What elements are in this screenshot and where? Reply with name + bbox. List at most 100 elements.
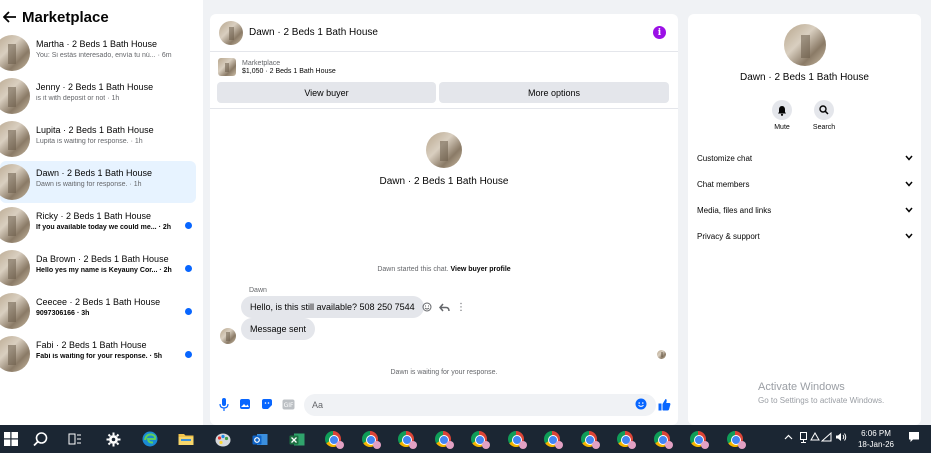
photo-icon[interactable]	[238, 397, 252, 411]
notifications-icon[interactable]	[908, 431, 920, 445]
conversation-item[interactable]: Lupita · 2 Beds 1 Bath House Lupita is w…	[0, 118, 196, 160]
avatar	[426, 132, 462, 168]
avatar[interactable]	[219, 20, 243, 45]
chrome-icon[interactable]	[688, 429, 709, 449]
conversation-time: · 1h	[129, 181, 142, 188]
like-icon[interactable]	[657, 397, 671, 411]
chat-members-row[interactable]: Chat members	[697, 177, 913, 191]
conversation-item[interactable]: Jenny · 2 Beds 1 Bath House is it with d…	[0, 75, 196, 117]
windows-taskbar: 6:06 PM 18-Jan-26	[0, 425, 931, 453]
microphone-icon[interactable]	[217, 397, 231, 411]
device-icon[interactable]	[799, 432, 808, 445]
chrome-icon[interactable]	[396, 429, 417, 449]
conversation-item-active[interactable]: Dawn · 2 Beds 1 Bath House Dawn is waiti…	[0, 161, 196, 203]
windows-start-icon[interactable]	[1, 429, 21, 449]
conversation-item[interactable]: Ricky · 2 Beds 1 Bath House If you avail…	[0, 204, 196, 246]
bell-icon[interactable]	[772, 100, 792, 120]
conversation-preview: Dawn is waiting for response.	[36, 181, 128, 188]
file-explorer-icon[interactable]	[176, 429, 196, 449]
conversation-item[interactable]: Da Brown · 2 Beds 1 Bath House Hello yes…	[0, 247, 196, 289]
privacy-support-row[interactable]: Privacy & support	[697, 229, 913, 243]
settings-gear-icon[interactable]	[103, 429, 123, 449]
system-clock[interactable]: 6:06 PM 18-Jan-26	[850, 428, 902, 450]
conversation-time: · 2h	[158, 224, 172, 231]
chevron-up-icon[interactable]	[784, 432, 793, 442]
emoji-icon[interactable]	[634, 397, 648, 411]
excel-icon[interactable]	[287, 429, 307, 449]
media-files-row[interactable]: Media, files and links	[697, 203, 913, 217]
avatar	[0, 293, 30, 329]
avatar	[0, 121, 30, 157]
edge-browser-icon[interactable]	[140, 429, 160, 449]
chevron-down-icon	[905, 180, 913, 189]
chat-header: Dawn · 2 Beds 1 Bath House i	[210, 14, 678, 52]
react-icon[interactable]	[421, 301, 433, 313]
view-buyer-button[interactable]: View buyer	[217, 82, 436, 103]
search-icon[interactable]	[30, 429, 50, 449]
conversation-preview: You: Si estás interesado, envía tu nú...	[36, 52, 156, 59]
avatar	[0, 164, 30, 200]
gif-icon[interactable]: GIF	[281, 397, 295, 411]
task-view-icon[interactable]	[65, 429, 85, 449]
row-label: Customize chat	[697, 153, 753, 163]
sender-name: Dawn	[249, 287, 267, 294]
more-icon[interactable]: ⋮	[455, 301, 467, 313]
reply-icon[interactable]	[438, 301, 450, 313]
info-icon[interactable]: i	[653, 26, 666, 39]
avatar	[220, 328, 236, 344]
search-icon[interactable]	[814, 100, 834, 120]
chrome-icon[interactable]	[360, 429, 381, 449]
row-label: Chat members	[697, 179, 750, 189]
conversation-name: Lupita · 2 Beds 1 Bath House	[36, 125, 154, 135]
chat-title[interactable]: Dawn · 2 Beds 1 Bath House	[249, 27, 378, 38]
listing-summary[interactable]: Marketplace $1,050 · 2 Beds 1 Bath House	[210, 52, 678, 82]
chat-hero: Dawn · 2 Beds 1 Bath House	[210, 132, 678, 187]
conversation-time: · 2h	[159, 267, 172, 274]
outlook-icon[interactable]	[250, 429, 270, 449]
clock-time: 6:06 PM	[861, 429, 891, 438]
customize-chat-row[interactable]: Customize chat	[697, 151, 913, 165]
mute-action[interactable]: Mute	[762, 100, 802, 131]
chrome-icon[interactable]	[323, 429, 344, 449]
conversation-item[interactable]: Fabi · 2 Beds 1 Bath House Fabi is waiti…	[0, 333, 196, 375]
listing-thumbnail	[218, 58, 236, 76]
search-action[interactable]: Search	[804, 100, 844, 131]
conversation-time: · 3h	[76, 310, 90, 317]
volume-icon[interactable]	[835, 432, 847, 444]
message-actions: ⋮	[421, 301, 467, 313]
wifi-icon[interactable]	[820, 431, 832, 444]
avatar	[0, 250, 30, 286]
chrome-icon[interactable]	[433, 429, 454, 449]
view-buyer-profile-link[interactable]: View buyer profile	[450, 266, 510, 273]
onedrive-icon[interactable]	[810, 431, 820, 443]
paint-icon[interactable]	[213, 429, 233, 449]
conversation-item[interactable]: Ceecee · 2 Beds 1 Bath House 9097306166 ·…	[0, 290, 196, 332]
conversation-item[interactable]: Martha · 2 Beds 1 Bath House You: Si est…	[0, 32, 196, 74]
chrome-icon[interactable]	[725, 429, 746, 449]
back-arrow-icon[interactable]	[2, 9, 18, 25]
sticker-icon[interactable]	[260, 397, 274, 411]
conversation-preview: 9097306166	[36, 310, 75, 317]
avatar	[0, 207, 30, 243]
avatar	[0, 336, 30, 372]
chrome-icon[interactable]	[579, 429, 600, 449]
conversation-name: Da Brown · 2 Beds 1 Bath House	[36, 254, 169, 264]
chat-panel: Dawn · 2 Beds 1 Bath House i Marketplace…	[210, 14, 678, 425]
avatar	[0, 78, 30, 114]
conversation-preview: Lupita is waiting for response.	[36, 138, 129, 145]
chrome-icon[interactable]	[506, 429, 527, 449]
chrome-icon[interactable]	[469, 429, 490, 449]
chrome-icon[interactable]	[652, 429, 673, 449]
avatar[interactable]	[784, 24, 826, 66]
svg-text:GIF: GIF	[283, 402, 293, 409]
activate-title: Activate Windows	[758, 381, 845, 393]
message-bubble[interactable]: Hello, is this still available? 508 250 …	[241, 296, 424, 318]
conversation-name: Martha · 2 Beds 1 Bath House	[36, 39, 158, 49]
chrome-icon[interactable]	[615, 429, 636, 449]
more-options-button[interactable]: More options	[439, 82, 669, 103]
message-input[interactable]: Aa	[304, 394, 656, 416]
chrome-icon[interactable]	[542, 429, 563, 449]
conversation-name: Ricky · 2 Beds 1 Bath House	[36, 211, 152, 221]
mute-label: Mute	[774, 124, 790, 131]
message-bubble-sent[interactable]: Message sent	[241, 318, 316, 340]
